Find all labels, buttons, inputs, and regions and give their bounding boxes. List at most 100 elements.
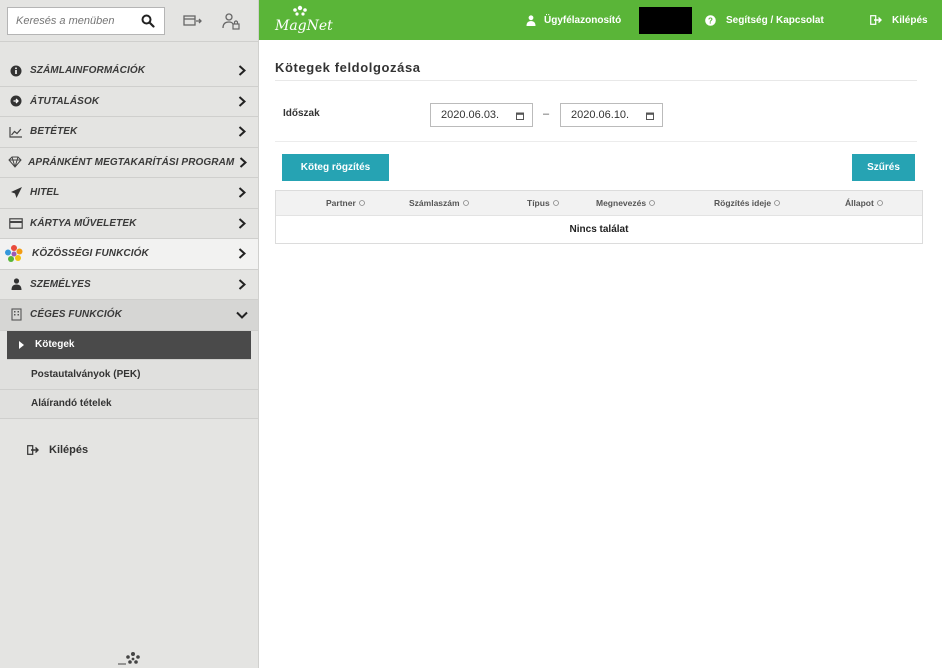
sidebar-item-szemelyes[interactable]: SZEMÉLYES: [0, 269, 258, 300]
person-icon: [8, 276, 24, 292]
community-flower-icon: [4, 244, 24, 264]
sidebar-item-label: SZÁMLAINFORMÁCIÓK: [30, 65, 146, 77]
empty-result-text: Nincs találat: [569, 224, 629, 235]
redacted-user-id: [639, 7, 692, 34]
sort-icon: [462, 200, 469, 206]
chart-line-icon: [8, 124, 24, 140]
chevron-right-icon: [232, 213, 252, 233]
brand-flower-icon: [293, 5, 307, 16]
sidebar-item-label: HITEL: [30, 187, 60, 199]
transfer-icon: [8, 93, 24, 109]
sidebar-item-kartya-muveletek[interactable]: KÁRTYA MŰVELETEK: [0, 208, 258, 239]
sort-icon: [552, 200, 559, 206]
submenu-item-label: Aláírandó tételek: [31, 398, 112, 410]
chevron-right-icon: [234, 152, 252, 172]
filter-divider: [275, 141, 917, 142]
submenu-item-postautalvanyok[interactable]: Postautalványok (PEK): [0, 360, 258, 390]
date-from-input[interactable]: 2020.06.03.: [430, 103, 533, 127]
empty-result-row: Nincs találat: [276, 215, 922, 243]
chevron-down-icon: [232, 305, 252, 325]
question-circle-icon: ?: [705, 14, 716, 26]
page-title: Kötegek feldolgozása: [275, 60, 421, 75]
main-content: Kötegek feldolgozása Időszak 2020.06.03.…: [259, 40, 942, 668]
sidebar-logout-label: Kilépés: [49, 444, 89, 456]
sign-out-icon: [27, 445, 39, 455]
column-header-partner[interactable]: Partner: [326, 191, 365, 215]
sidebar-item-ceges-funkciok[interactable]: CÉGES FUNKCIÓK: [0, 300, 258, 331]
submenu-item-label: Kötegek: [35, 339, 75, 351]
top-header: MagNet Ügyfélazonosító ? Segítség / Kapc…: [259, 0, 942, 40]
brand-name: MagNet: [275, 18, 333, 34]
user-lock-icon[interactable]: [217, 7, 245, 35]
sidebar-item-betetek[interactable]: BETÉTEK: [0, 117, 258, 148]
sidebar: SZÁMLAINFORMÁCIÓK ÁTUTALÁSOK BETÉTEK APR…: [0, 0, 259, 668]
building-icon: [8, 307, 24, 323]
sidebar-item-label: CÉGES FUNKCIÓK: [30, 309, 122, 321]
credit-card-icon: [8, 215, 24, 231]
search-icon[interactable]: [138, 11, 158, 31]
column-header-label: Megnevezés: [596, 198, 647, 208]
help-contact-label: Segítség / Kapcsolat: [726, 14, 824, 26]
magnet-brand-logo[interactable]: MagNet: [275, 4, 333, 36]
column-header-allapot[interactable]: Állapot: [845, 191, 883, 215]
sidebar-item-hitel[interactable]: HITEL: [0, 178, 258, 209]
sidebar-item-label: APRÁNKÉNT MEGTAKARÍTÁSI PROGRAM: [28, 156, 235, 168]
sidebar-item-label: BETÉTEK: [30, 126, 78, 138]
title-divider: [275, 80, 917, 81]
user-id-label: Ügyfélazonosító: [544, 14, 622, 26]
chevron-right-icon: [232, 244, 252, 264]
calendar-icon[interactable]: [646, 111, 654, 120]
sort-icon: [774, 200, 781, 206]
chevron-right-icon: [232, 183, 252, 203]
submenu-item-label: Postautalványok (PEK): [31, 368, 141, 380]
column-header-rogzites-ideje[interactable]: Rögzítés ideje: [714, 191, 781, 215]
sort-icon: [649, 200, 655, 206]
column-header-tipus[interactable]: Típus: [527, 191, 559, 215]
card-transfer-icon[interactable]: [179, 7, 207, 35]
batches-table: Partner Számlaszám Típus Megnevezés Rögz…: [275, 190, 923, 244]
column-header-label: Típus: [527, 198, 550, 208]
sidebar-item-label: SZEMÉLYES: [30, 278, 91, 290]
add-batch-button[interactable]: Köteg rögzítés: [282, 154, 389, 181]
date-to-input[interactable]: 2020.06.10.: [560, 103, 663, 127]
menu-search-input[interactable]: [8, 7, 138, 34]
magnet-logo-icon: [118, 648, 148, 668]
sidebar-item-kozossegi-funkciok[interactable]: KÖZÖSSÉGI FUNKCIÓK: [0, 239, 258, 270]
table-header-row: Partner Számlaszám Típus Megnevezés Rögz…: [276, 191, 922, 215]
sign-out-icon: [870, 15, 882, 25]
sidebar-item-szamlainformaciok[interactable]: SZÁMLAINFORMÁCIÓK: [0, 56, 258, 87]
column-header-label: Rögzítés ideje: [714, 198, 772, 208]
submenu-item-kotegek[interactable]: Kötegek: [7, 330, 251, 360]
sort-icon: [358, 200, 365, 206]
sidebar-item-atutalasok[interactable]: ÁTUTALÁSOK: [0, 86, 258, 117]
sidebar-menu: SZÁMLAINFORMÁCIÓK ÁTUTALÁSOK BETÉTEK APR…: [0, 56, 258, 419]
header-logout-label: Kilépés: [892, 14, 928, 26]
sidebar-item-label: KÖZÖSSÉGI FUNKCIÓK: [32, 248, 149, 260]
chevron-right-icon: [232, 122, 252, 142]
header-logout-link[interactable]: Kilépés: [870, 0, 928, 40]
column-header-label: Partner: [326, 198, 356, 208]
chevron-right-icon: [232, 274, 252, 294]
plane-icon: [8, 185, 24, 201]
person-icon: [526, 14, 536, 26]
sidebar-item-apranket[interactable]: APRÁNKÉNT MEGTAKARÍTÁSI PROGRAM: [0, 147, 258, 178]
diamond-icon: [8, 154, 22, 170]
info-icon: [8, 63, 24, 79]
sidebar-item-label: KÁRTYA MŰVELETEK: [30, 217, 137, 229]
caret-right-icon: [19, 340, 24, 349]
sidebar-logout-link[interactable]: Kilépés: [27, 444, 88, 456]
sort-icon: [876, 200, 883, 206]
search-box: [7, 6, 165, 35]
sidebar-item-label: ÁTUTALÁSOK: [30, 95, 100, 107]
help-contact-link[interactable]: ? Segítség / Kapcsolat: [705, 0, 824, 40]
sidebar-search-bar: [0, 0, 258, 42]
column-header-label: Állapot: [845, 198, 874, 208]
column-header-label: Számlaszám: [409, 198, 460, 208]
column-header-szamlaszam[interactable]: Számlaszám: [409, 191, 469, 215]
column-header-megnevezes[interactable]: Megnevezés: [596, 191, 655, 215]
calendar-icon[interactable]: [516, 111, 524, 120]
submenu-item-alairando-tetelek[interactable]: Aláírandó tételek: [0, 389, 258, 419]
filter-button[interactable]: Szűrés: [852, 154, 915, 181]
date-to-value: 2020.06.10.: [571, 109, 630, 121]
user-id-block: Ügyfélazonosító: [526, 0, 621, 40]
